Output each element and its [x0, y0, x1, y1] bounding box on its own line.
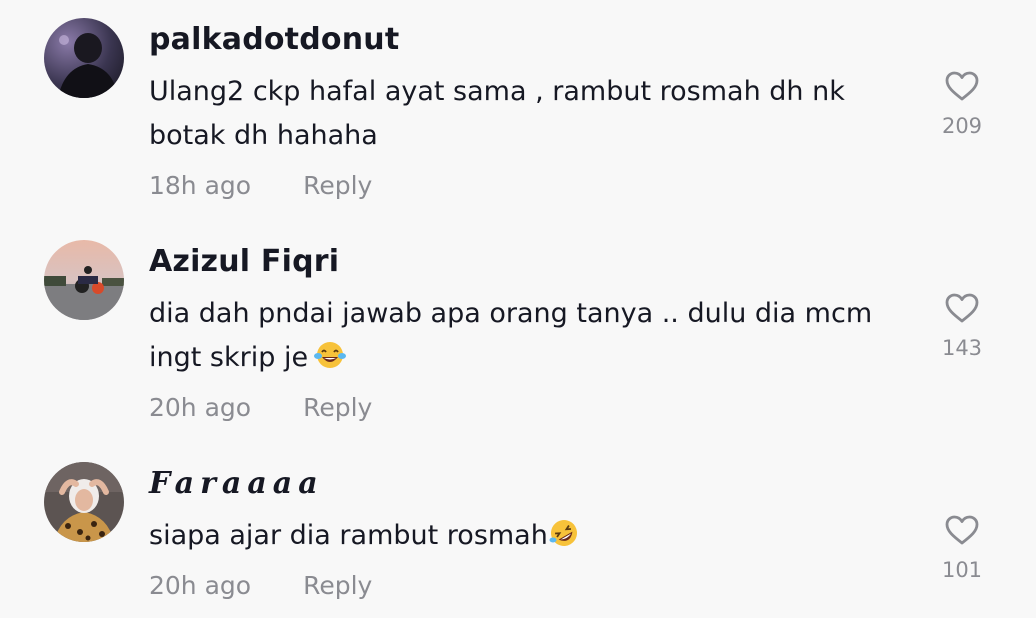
like-count: 143 [941, 336, 983, 360]
comment-text: Ulang2 ckp hafal ayat sama , rambut rosm… [149, 70, 909, 158]
rolling-on-floor-laughing-emoji [548, 518, 580, 562]
like-button[interactable]: 101 [932, 514, 992, 582]
like-button[interactable]: 209 [932, 70, 992, 138]
avatar[interactable] [44, 18, 124, 98]
comment-text: siapa ajar dia rambut rosmah [149, 514, 909, 562]
timestamp: 20h ago [149, 393, 252, 422]
heart-outline-icon [945, 293, 979, 323]
like-button[interactable]: 143 [932, 292, 992, 360]
timestamp: 20h ago [149, 571, 252, 600]
comment-list: palkadotdonut Ulang2 ckp hafal ayat sama… [0, 0, 1036, 618]
username[interactable]: Azizul Fiqri [149, 244, 339, 279]
tears-of-joy-emoji [314, 340, 347, 384]
comment-text-body: dia dah pndai jawab apa orang tanya .. d… [149, 298, 873, 373]
username[interactable]: Faraaaa [149, 466, 324, 501]
reply-button[interactable]: Reply [303, 171, 372, 200]
comment-text: dia dah pndai jawab apa orang tanya .. d… [149, 292, 909, 384]
like-count: 209 [941, 114, 983, 138]
avatar[interactable] [44, 462, 124, 542]
comment-text-body: siapa ajar dia rambut rosmah [149, 520, 548, 551]
username[interactable]: palkadotdonut [149, 22, 399, 57]
like-count: 101 [941, 558, 983, 582]
avatar[interactable] [44, 240, 124, 320]
comment-meta: 18h ago Reply [149, 171, 372, 200]
comment-meta: 20h ago Reply [149, 571, 372, 600]
reply-button[interactable]: Reply [303, 393, 372, 422]
reply-button[interactable]: Reply [303, 571, 372, 600]
timestamp: 18h ago [149, 171, 252, 200]
heart-outline-icon [945, 515, 979, 545]
comment-text-body: Ulang2 ckp hafal ayat sama , rambut rosm… [149, 76, 845, 151]
heart-outline-icon [945, 71, 979, 101]
comment-meta: 20h ago Reply [149, 393, 372, 422]
